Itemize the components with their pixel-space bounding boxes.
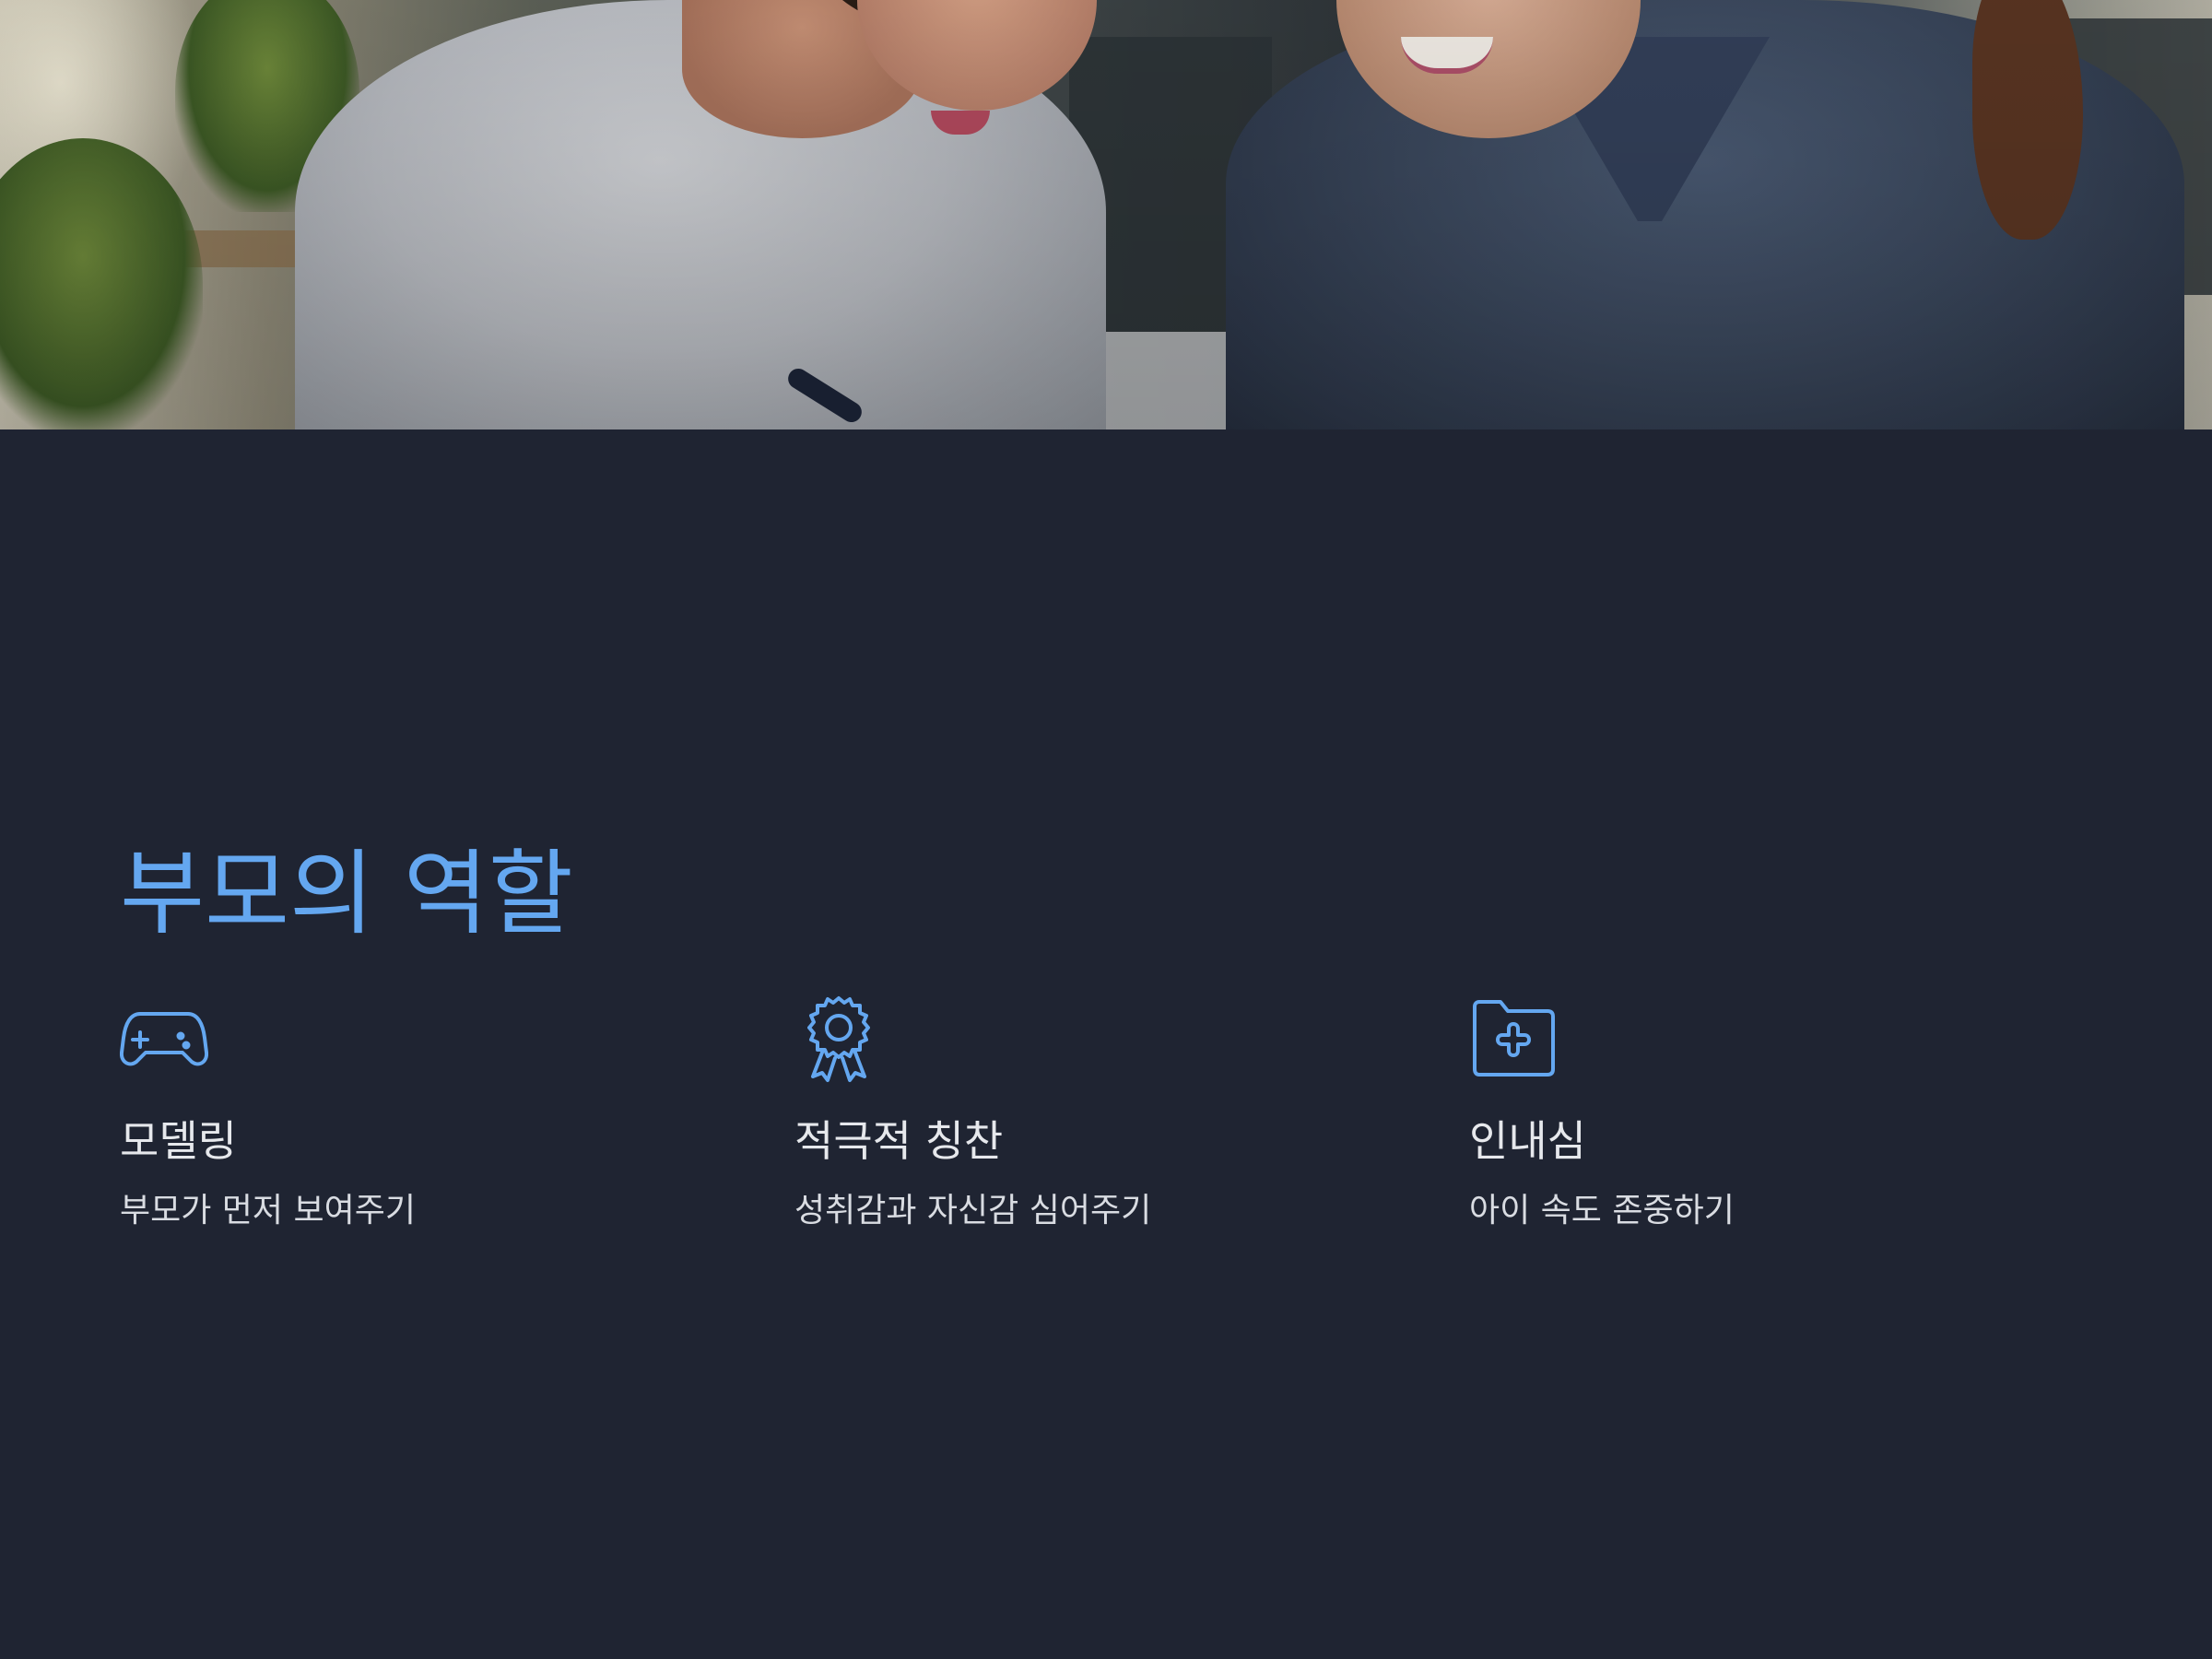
feature-title: 인내심 [1469, 1116, 1586, 1166]
hero-photo [0, 0, 2212, 429]
feature-description: 부모가 먼저 보여주기 [120, 1192, 416, 1230]
feature-praise: 적극적 칭찬 성취감과 자신감 심어주기 [794, 995, 1421, 1230]
feature-title: 적극적 칭찬 [794, 1116, 1004, 1166]
feature-description: 성취감과 자신감 심어주기 [794, 1192, 1152, 1230]
award-ribbon-icon [794, 995, 883, 1084]
gamepad-icon [120, 995, 208, 1084]
slide-title: 부모의 역할 [120, 840, 573, 947]
feature-modeling: 모델링 부모가 먼저 보여주기 [120, 995, 747, 1230]
feature-patience: 인내심 아이 속도 존중하기 [1469, 995, 2096, 1230]
folder-plus-icon [1469, 995, 1558, 1084]
features-row: 모델링 부모가 먼저 보여주기 적극적 칭찬 성취감과 자신감 심어주기 인내심… [120, 995, 2092, 1272]
feature-description: 아이 속도 존중하기 [1469, 1192, 1735, 1230]
slide: 부모의 역할 모델링 부모가 먼저 보여주기 적극적 칭찬 성취감과 자신감 심… [0, 0, 2212, 1659]
photo-shade [0, 0, 2212, 429]
feature-title: 모델링 [120, 1116, 237, 1166]
